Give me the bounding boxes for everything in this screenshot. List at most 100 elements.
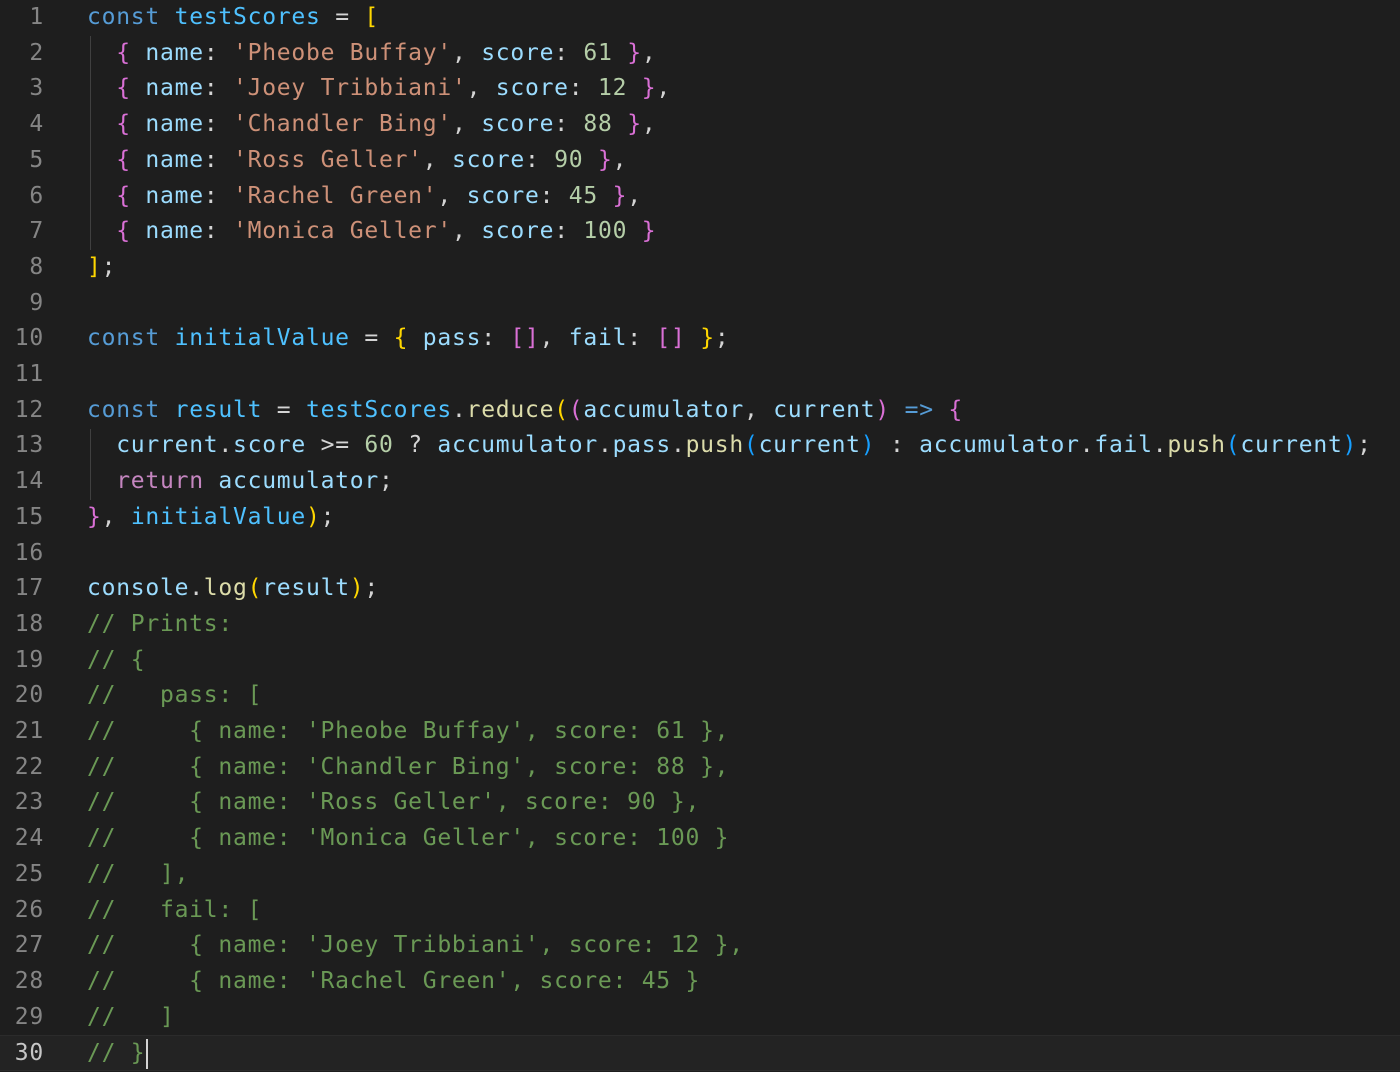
code-token: name (145, 218, 204, 245)
code-token: : (568, 75, 598, 102)
code-text: current.score >= 60 ? accumulator.pass.p… (87, 428, 1372, 464)
code-token: : (627, 325, 657, 352)
text-cursor (146, 1038, 149, 1069)
code-token: : (481, 325, 511, 352)
code-token: ; (320, 503, 336, 530)
code-line[interactable]: 6 { name: 'Rachel Green', score: 45 }, (0, 179, 1400, 215)
code-line[interactable]: 12 const result = testScores.reduce((accu… (0, 393, 1400, 429)
code-token: : (203, 218, 234, 245)
code-line[interactable]: 4 { name: 'Chandler Bing', score: 88 }, (0, 107, 1400, 143)
code-token: ; (714, 325, 730, 352)
code-token: } (87, 503, 102, 530)
code-token: ] (87, 253, 102, 280)
code-token: : (539, 182, 569, 209)
code-token: // Prints: (87, 610, 233, 637)
code-token: ( (568, 396, 584, 423)
code-token: = (349, 325, 394, 352)
line-number: 11 (14, 361, 44, 387)
code-token: ; (101, 253, 117, 280)
code-line[interactable]: 21 // { name: 'Pheobe Buffay', score: 61 … (0, 714, 1400, 750)
code-line[interactable]: 18 // Prints: (0, 607, 1400, 643)
code-token: score (481, 39, 555, 66)
line-number: 3 (29, 75, 44, 102)
code-token: [] (656, 325, 686, 352)
code-text: ]; (87, 250, 116, 286)
code-token: , (437, 182, 467, 209)
code-line[interactable]: 26 // fail: [ (0, 893, 1400, 929)
code-token: current (1240, 432, 1343, 459)
line-number: 16 (14, 539, 44, 566)
code-token: accumulator (218, 468, 379, 495)
code-line[interactable]: 16 (0, 536, 1400, 572)
line-number: 17 (14, 575, 44, 602)
code-line[interactable]: 1 const testScores = [ (0, 0, 1400, 36)
code-line[interactable]: 19 // { (0, 643, 1400, 679)
code-token: ( (743, 432, 759, 459)
code-token: const (87, 396, 160, 423)
code-line[interactable]: 29 // ] (0, 1000, 1400, 1036)
code-line[interactable]: 17 console.log(result); (0, 571, 1400, 607)
code-token: 90 (554, 146, 584, 173)
line-number: 6 (29, 182, 44, 209)
line-number: 5 (29, 146, 44, 173)
code-token: : (203, 146, 234, 173)
code-line[interactable]: 2 { name: 'Pheobe Buffay', score: 61 }, (0, 36, 1400, 72)
code-token: : (524, 146, 555, 173)
code-token: current (116, 432, 219, 459)
code-token: , (627, 182, 642, 209)
code-line[interactable]: 5 { name: 'Ross Geller', score: 90 }, (0, 143, 1400, 179)
code-line[interactable]: 9 (0, 286, 1400, 322)
code-token: { (393, 325, 409, 352)
line-number: 30 (14, 1040, 44, 1067)
code-token: , (612, 146, 628, 173)
code-line[interactable]: 13 current.score >= 60 ? accumulator.pas… (0, 428, 1400, 464)
code-line[interactable]: 20 // pass: [ (0, 678, 1400, 714)
code-line[interactable]: 7 { name: 'Monica Geller', score: 100 } (0, 214, 1400, 250)
code-text: // ], (87, 857, 189, 893)
code-line[interactable]: 30 // } (0, 1035, 1400, 1071)
code-text: // { name: 'Chandler Bing', score: 88 }, (87, 750, 729, 786)
code-line[interactable]: 3 { name: 'Joey Tribbiani', score: 12 }, (0, 71, 1400, 107)
code-token: name (145, 146, 204, 173)
code-line[interactable]: 22 // { name: 'Chandler Bing', score: 88 … (0, 750, 1400, 786)
code-line[interactable]: 24 // { name: 'Monica Geller', score: 100… (0, 821, 1400, 857)
code-token: testScores (306, 396, 452, 423)
line-number: 13 (14, 432, 44, 459)
code-token: , (451, 218, 482, 245)
code-token: { (116, 146, 131, 173)
code-token: name (145, 39, 204, 66)
code-token: 60 (364, 432, 394, 459)
code-token: : (875, 432, 920, 459)
code-token: const (87, 325, 160, 352)
code-token: = (320, 4, 365, 30)
code-token: accumulator (583, 396, 744, 423)
code-line[interactable]: 23 // { name: 'Ross Geller', score: 90 }, (0, 785, 1400, 821)
code-token: push (685, 432, 744, 459)
code-line[interactable]: 15}, initialValue); (0, 500, 1400, 536)
code-line[interactable]: 28 // { name: 'Rachel Green', score: 45 } (0, 964, 1400, 1000)
code-token: { (948, 396, 964, 423)
line-number: 21 (14, 718, 44, 744)
code-editor[interactable]: 1 const testScores = [2 { name: 'Pheobe B… (0, 0, 1400, 1072)
code-line[interactable]: 11 (0, 357, 1400, 393)
code-token: accumulator (437, 432, 598, 459)
line-number: 8 (29, 253, 44, 280)
code-token: . (670, 432, 686, 459)
code-line[interactable]: 10 const initialValue = { pass: [], fail:… (0, 321, 1400, 357)
code-line[interactable]: 8]; (0, 250, 1400, 286)
code-token: : (203, 182, 234, 209)
code-text: }, initialValue); (87, 500, 335, 536)
code-line[interactable]: 27 // { name: 'Joey Tribbiani', score: 12… (0, 928, 1400, 964)
code-line[interactable]: 14 return accumulator; (0, 464, 1400, 500)
code-token: : (203, 111, 234, 138)
code-line[interactable]: 25 // ], (0, 857, 1400, 893)
code-token: } (627, 39, 642, 66)
